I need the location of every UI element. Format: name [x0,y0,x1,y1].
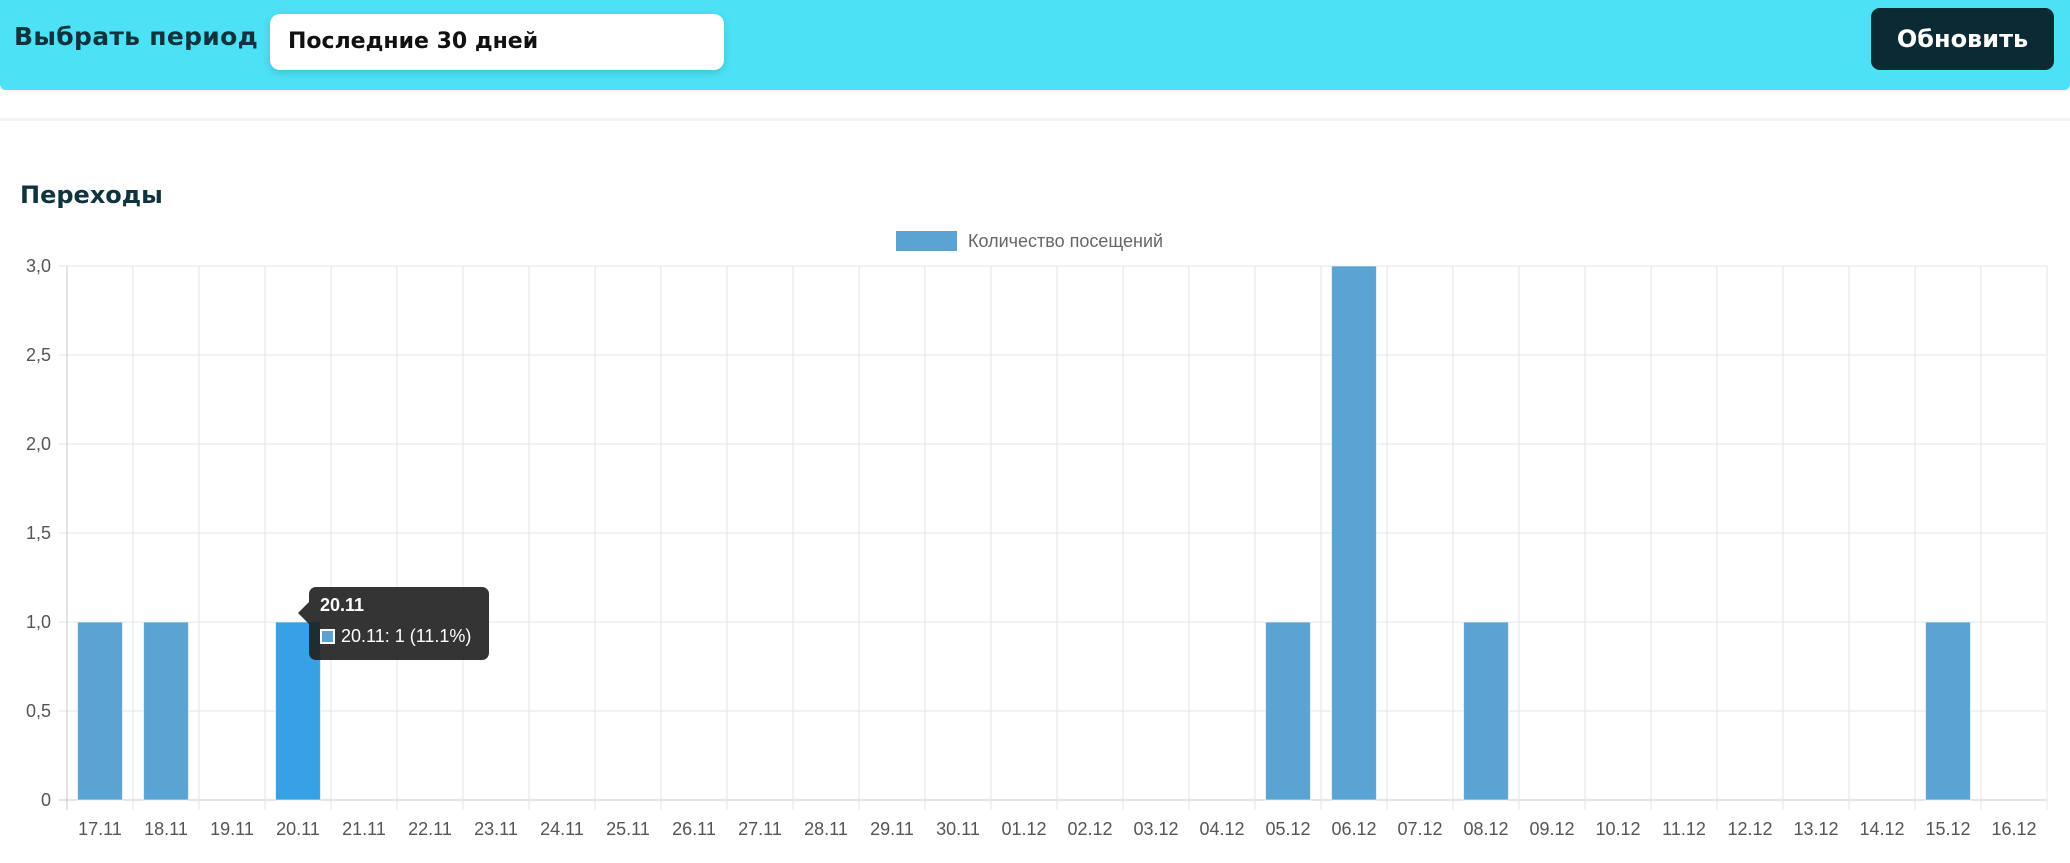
y-tick-label: 1,0 [26,612,51,632]
y-tick-label: 3,0 [26,256,51,276]
x-tick-label: 22.11 [408,819,452,839]
bar [1463,621,1509,801]
transitions-chart: 00,51,01,52,02,53,017.11 18.11 19.11 20.11 2… [26,231,2048,839]
x-tick-label: 03.12 [1133,819,1178,839]
x-tick-label: 15.12 [1925,819,1970,839]
bar [143,621,189,801]
x-tick-label: 06.12 [1331,819,1376,839]
tooltip-title: 20.11 [320,595,365,615]
x-tick-label: 27.11 [738,819,782,839]
x-tick-label: 20.11 [276,819,320,839]
x-tick-label: 07.12 [1397,819,1442,839]
y-tick-label: 0 [41,790,51,810]
x-tick-label: 26.11 [672,819,716,839]
tooltip-swatch [320,629,335,644]
bar [1265,621,1311,801]
x-tick-label: 28.11 [804,819,848,839]
x-tick-label: 01.12 [1001,819,1046,839]
x-tick-label: 18.11 [144,819,188,839]
y-tick-label: 2,0 [26,434,51,454]
x-tick-label: 02.12 [1067,819,1112,839]
x-tick-label: 16.12 [1991,819,2036,839]
x-tick-label: 24.11 [540,819,584,839]
bar [77,621,123,801]
x-tick-label: 25.11 [606,819,650,839]
tooltip-value: 20.11: 1 (11.1%) [341,626,472,646]
x-tick-label: 19.11 [210,819,254,839]
x-tick-label: 29.11 [870,819,914,839]
x-tick-label: 21.11 [342,819,386,839]
legend-label: Количество посещений [968,231,1163,251]
x-tick-label: 14.12 [1859,819,1904,839]
x-tick-label: 10.12 [1595,819,1640,839]
x-tick-label: 04.12 [1199,819,1244,839]
y-tick-label: 1,5 [26,523,51,543]
legend-swatch [896,231,957,251]
x-tick-label: 13.12 [1793,819,1838,839]
x-tick-label: 11.12 [1662,819,1706,839]
bar [1925,621,1971,801]
x-tick-label: 17.11 [78,819,122,839]
bar [1331,265,1377,801]
chart-tooltip: 20.11 20.11: 1 (11.1%) [298,587,489,660]
x-tick-label: 30.11 [936,819,980,839]
y-tick-label: 2,5 [26,345,51,365]
x-tick-label: 12.12 [1727,819,1772,839]
x-tick-label: 09.12 [1529,819,1574,839]
x-tick-label: 05.12 [1265,819,1310,839]
y-tick-label: 0,5 [26,701,51,721]
x-tick-label: 23.11 [474,819,518,839]
x-tick-label: 08.12 [1463,819,1508,839]
